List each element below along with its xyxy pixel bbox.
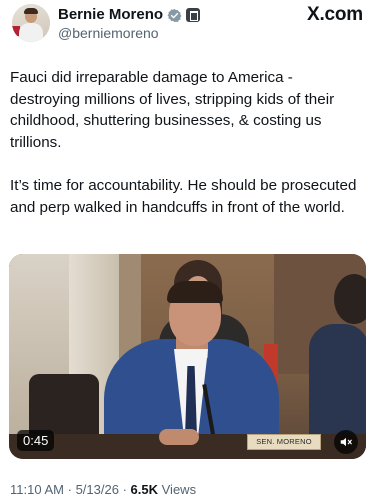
tweet-paragraph: Fauci did irreparable damage to America … bbox=[10, 69, 335, 151]
views-count: 6.5K bbox=[130, 482, 158, 497]
tweet-time[interactable]: 11:10 AM bbox=[10, 482, 64, 497]
tweet-video[interactable]: SEN. MORENO 0:45 bbox=[9, 254, 366, 459]
meta-separator: · bbox=[67, 482, 72, 497]
tweet-date[interactable]: 5/13/26 bbox=[76, 482, 119, 497]
x-logo: X.com bbox=[306, 4, 363, 25]
author-name-line: Bernie Moreno bbox=[58, 6, 201, 24]
speaker-muted-icon bbox=[340, 437, 352, 447]
author-display-name[interactable]: Bernie Moreno bbox=[58, 6, 163, 24]
government-badge-icon bbox=[186, 8, 201, 22]
video-nameplate: SEN. MORENO bbox=[247, 434, 321, 450]
video-duration: 0:45 bbox=[17, 430, 55, 451]
author-avatar[interactable] bbox=[12, 4, 50, 42]
mute-toggle-button[interactable] bbox=[334, 430, 358, 454]
tweet-paragraph: It’s time for accountability. He should … bbox=[10, 176, 357, 216]
views-label: Views bbox=[161, 482, 197, 497]
meta-separator: · bbox=[122, 482, 127, 497]
tweet-header: Bernie Moreno @berniemoreno X.com bbox=[12, 4, 363, 44]
author-handle[interactable]: @berniemoreno bbox=[58, 25, 159, 42]
tweet-body: Fauci did irreparable damage to America … bbox=[10, 67, 365, 240]
verified-badge-icon bbox=[167, 8, 182, 22]
tweet-meta: 11:10 AM · 5/13/26 · 6.5K Views bbox=[10, 482, 196, 498]
